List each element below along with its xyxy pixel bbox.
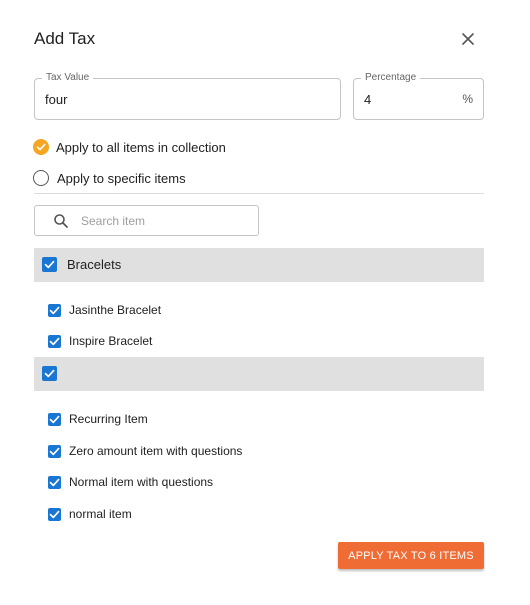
list-item[interactable]: Recurring Item xyxy=(48,411,148,427)
item-label: Inspire Bracelet xyxy=(69,334,153,348)
divider xyxy=(34,193,484,194)
percent-suffix: % xyxy=(462,92,473,106)
apply-tax-button[interactable]: APPLY TAX TO 6 ITEMS xyxy=(338,542,484,569)
dialog-title: Add Tax xyxy=(34,29,96,48)
tax-value-label: Tax Value xyxy=(42,72,94,84)
radio-apply-all-label: Apply to all items in collection xyxy=(56,139,226,155)
group-header-unnamed[interactable] xyxy=(34,357,484,391)
item-checkbox[interactable] xyxy=(48,303,61,317)
group-label: Bracelets xyxy=(67,257,122,272)
percentage-input[interactable] xyxy=(364,90,444,108)
radio-selected-icon[interactable] xyxy=(33,139,49,155)
item-checkbox[interactable] xyxy=(48,444,61,458)
search-input[interactable] xyxy=(81,212,246,230)
list-item[interactable]: normal item xyxy=(48,506,132,522)
close-icon[interactable] xyxy=(458,29,478,49)
group-checkbox[interactable] xyxy=(42,366,57,381)
item-checkbox[interactable] xyxy=(48,507,61,521)
item-label: normal item xyxy=(69,507,132,521)
list-item[interactable]: Zero amount item with questions xyxy=(48,443,242,459)
search-box xyxy=(34,205,259,236)
item-checkbox[interactable] xyxy=(48,412,61,426)
percentage-field: Percentage % xyxy=(353,72,484,120)
item-label: Recurring Item xyxy=(69,412,148,426)
group-header-bracelets[interactable]: Bracelets xyxy=(34,248,484,282)
percentage-label: Percentage xyxy=(361,72,421,84)
list-item[interactable]: Inspire Bracelet xyxy=(48,333,152,349)
tax-value-input[interactable] xyxy=(45,90,325,108)
item-label: Normal item with questions xyxy=(69,475,214,489)
search-icon xyxy=(53,213,69,229)
list-item[interactable]: Jasinthe Bracelet xyxy=(48,302,161,318)
add-tax-dialog: Add Tax Tax Value Percentage % Apply to … xyxy=(0,0,530,605)
item-checkbox[interactable] xyxy=(48,334,61,348)
item-checkbox[interactable] xyxy=(48,475,61,489)
group-checkbox[interactable] xyxy=(42,257,57,272)
item-label: Zero amount item with questions xyxy=(69,444,243,458)
item-label: Jasinthe Bracelet xyxy=(69,303,162,317)
radio-unselected-icon[interactable] xyxy=(33,170,49,186)
radio-apply-specific[interactable]: Apply to specific items xyxy=(33,169,186,187)
list-item[interactable]: Normal item with questions xyxy=(48,474,213,490)
tax-value-field: Tax Value xyxy=(34,72,341,120)
radio-apply-all[interactable]: Apply to all items in collection xyxy=(33,138,226,156)
radio-apply-specific-label: Apply to specific items xyxy=(57,170,186,186)
